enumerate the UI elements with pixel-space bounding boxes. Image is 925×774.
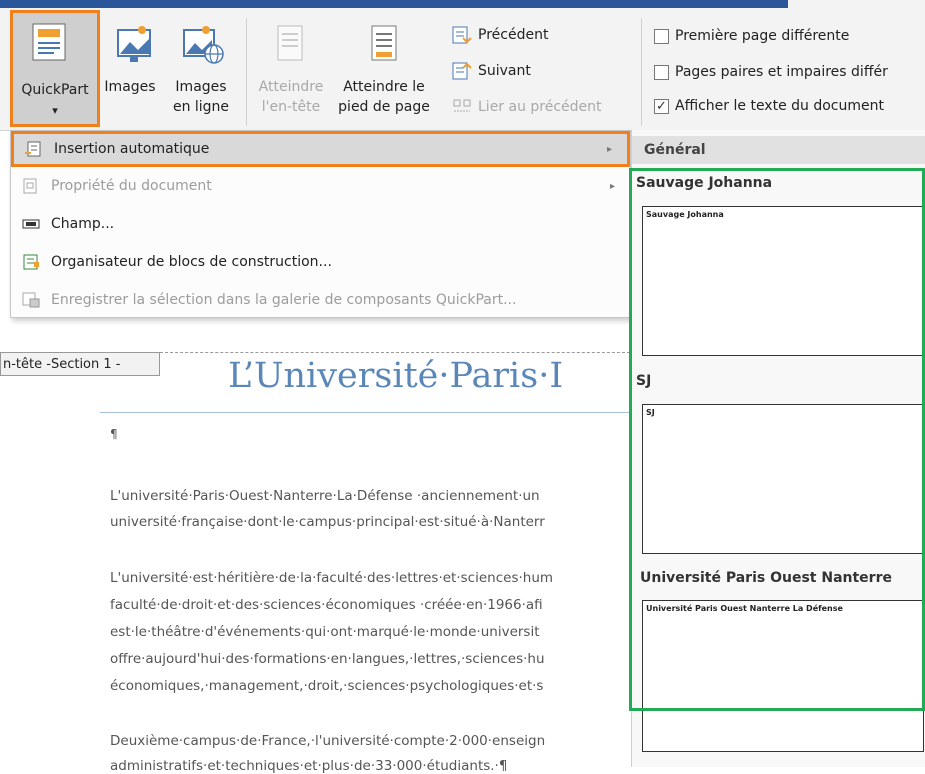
option-label: Pages paires et impaires différ [675, 64, 888, 80]
submenu-arrow-icon: ▸ [610, 180, 616, 192]
online-images-label-2: en ligne [172, 99, 230, 115]
paragraph-line[interactable]: économiques,·management,·droit,·sciences… [110, 678, 543, 694]
paragraph-line[interactable]: Deuxième·campus·de·France,·l'université·… [110, 733, 545, 749]
menu-item-label: Organisateur de blocs de construction... [51, 254, 332, 270]
menu-item-label: Propriété du document [51, 178, 212, 194]
paragraph-line[interactable]: offre·aujourd'hui·des·formations·en·lang… [110, 651, 545, 667]
goto-footer-label-1: Atteindre le [343, 79, 425, 95]
menu-item-field[interactable]: Champ... [11, 205, 630, 243]
ribbon: QuickPart ▾ Images Images en ligne Attei… [0, 0, 925, 131]
document-title[interactable]: L’Université·Paris·I [228, 356, 563, 396]
online-images-button[interactable]: Images en ligne [168, 20, 238, 126]
previous-section-icon [452, 26, 472, 44]
title-underline [100, 412, 631, 413]
separator [641, 18, 642, 126]
gallery-highlight-frame [629, 168, 925, 711]
option-label: Première page différente [675, 28, 850, 44]
save-selection-icon [11, 292, 51, 308]
odd-even-checkbox[interactable] [654, 64, 669, 80]
separator [246, 18, 247, 126]
link-icon [453, 99, 471, 112]
menu-item-label: Enregistrer la sélection dans la galerie… [51, 292, 517, 308]
submenu-arrow-icon: ▸ [607, 143, 613, 155]
goto-header-button[interactable]: Atteindre l'en-tête [252, 20, 332, 126]
goto-footer-button[interactable]: Atteindre le pied de page [334, 20, 434, 126]
link-previous-button[interactable]: Lier au précédent [452, 98, 602, 116]
footer-icon [371, 25, 397, 61]
show-text-checkbox[interactable]: ✓ [654, 98, 669, 114]
paragraph-line[interactable]: faculté·de·droit·et·des·sciences·économi… [110, 597, 543, 613]
link-previous-label: Lier au précédent [478, 99, 602, 115]
header-section-tab: n-tête -Section 1 - [0, 352, 160, 376]
images-label: Images [104, 79, 156, 95]
menu-item-label: Champ... [51, 216, 115, 232]
first-page-checkbox[interactable] [654, 28, 669, 44]
quickpart-menu: Insertion automatique ▸ Propriété du doc… [10, 130, 631, 318]
next-button[interactable]: Suivant [452, 62, 531, 80]
menu-item-label: Insertion automatique [54, 141, 210, 157]
menu-item-save-selection[interactable]: Enregistrer la sélection dans la galerie… [11, 281, 630, 319]
header-icon [277, 25, 303, 61]
previous-button[interactable]: Précédent [452, 26, 548, 44]
quickpart-icon [32, 23, 66, 61]
paragraph-line[interactable]: université·française·dont·le·campus·prin… [110, 514, 545, 530]
autotext-icon [14, 141, 54, 157]
field-icon [11, 217, 51, 231]
goto-footer-label-2: pied de page [338, 99, 430, 115]
pilcrow[interactable]: ¶ [110, 427, 118, 441]
menu-item-autotext[interactable]: Insertion automatique ▸ [11, 131, 630, 167]
title-bar-strip [0, 0, 788, 8]
paragraph-line[interactable]: L'université·Paris·Ouest·Nanterre·La·Déf… [110, 488, 540, 504]
option-label: Afficher le texte du document [675, 98, 884, 114]
goto-header-label-2: l'en-tête [261, 99, 321, 115]
header-boundary [160, 352, 630, 353]
chevron-down-icon: ▾ [52, 104, 58, 117]
option-odd-even[interactable]: Pages paires et impaires différ [654, 64, 888, 80]
menu-item-building-blocks[interactable]: Organisateur de blocs de construction... [11, 243, 630, 281]
paragraph-line[interactable]: administratifs·et·techniques·et·plus·de·… [110, 758, 507, 774]
online-picture-icon [183, 26, 224, 64]
doc-property-icon [11, 178, 51, 194]
option-first-page[interactable]: Première page différente [654, 28, 849, 44]
gallery-heading: Général [632, 136, 925, 164]
quickpart-label: QuickPart [21, 82, 89, 98]
menu-item-doc-property[interactable]: Propriété du document ▸ [11, 167, 630, 205]
building-blocks-icon [11, 254, 51, 270]
picture-icon [117, 26, 151, 62]
quickpart-button[interactable]: QuickPart ▾ [10, 10, 100, 127]
goto-header-label-1: Atteindre [258, 79, 324, 95]
online-images-label-1: Images [175, 79, 227, 95]
images-button[interactable]: Images [102, 20, 168, 126]
next-label: Suivant [478, 63, 531, 79]
paragraph-line[interactable]: L'université·est·héritière·de·la·faculté… [110, 570, 553, 586]
paragraph-line[interactable]: est·le·théâtre·d'événements·qui·ont·marq… [110, 624, 540, 640]
option-show-text[interactable]: ✓ Afficher le texte du document [654, 98, 884, 114]
next-section-icon [452, 62, 472, 80]
previous-label: Précédent [478, 27, 549, 43]
